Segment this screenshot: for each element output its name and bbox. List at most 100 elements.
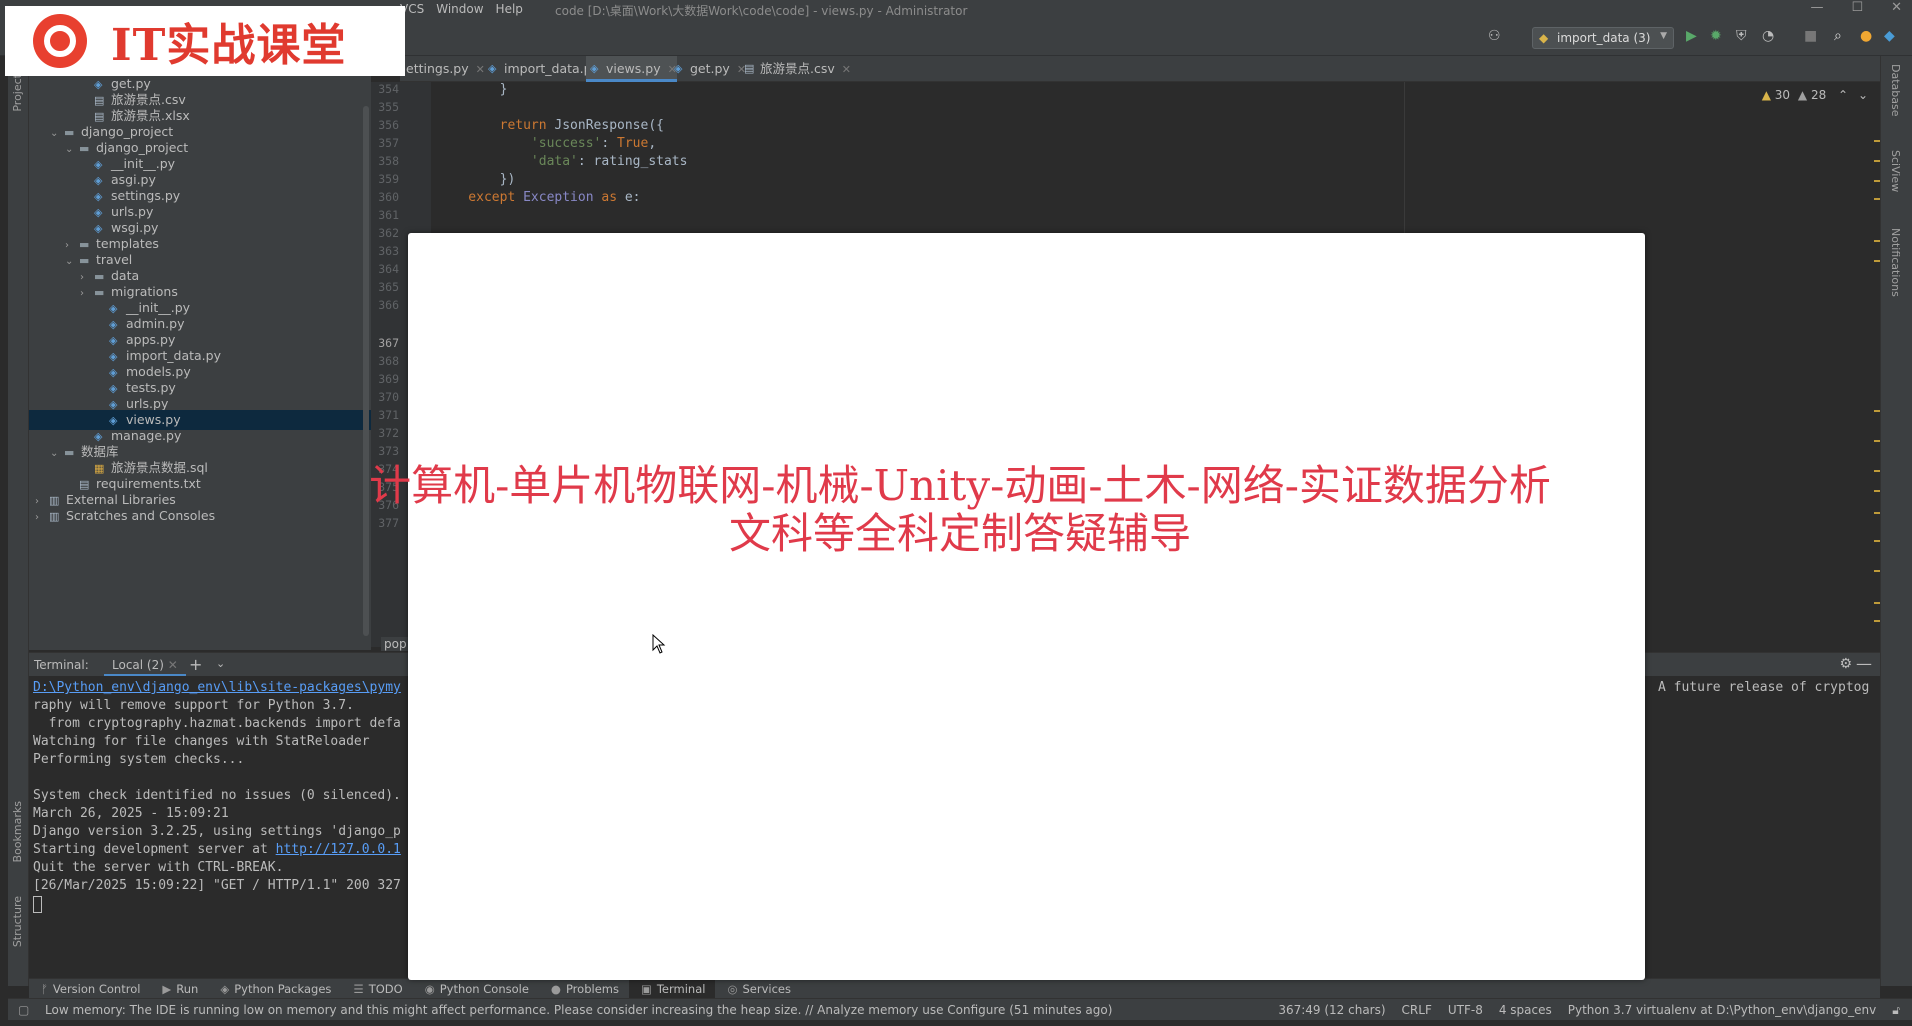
code-token: 'data'	[437, 154, 578, 169]
line-number: 359	[378, 172, 399, 186]
editor-tab[interactable]: ◈ get.py ✕	[670, 56, 746, 82]
chevron-up-icon[interactable]: ⌃	[1838, 88, 1848, 102]
weak-warning-icon: ▲	[1797, 88, 1808, 102]
menu-item-help[interactable]: Help	[496, 2, 523, 16]
close-icon[interactable]: ✕	[842, 63, 851, 76]
line-separator[interactable]: CRLF	[1402, 1003, 1432, 1018]
status-message[interactable]: Low memory: The IDE is running low on me…	[45, 1003, 1112, 1017]
tool-tab-label: TODO	[368, 982, 403, 996]
terminal-line: from cryptography.hazmat.backends import…	[33, 716, 401, 731]
editor-tab[interactable]: ▤ 旅游景点.csv ✕	[740, 56, 851, 82]
terminal-text: System check identified no issues (0 sil…	[33, 788, 401, 803]
code-token: JsonResponse({	[554, 118, 664, 133]
editor-tab[interactable]: ettings.py ✕	[400, 56, 485, 82]
terminal-prompt[interactable]	[33, 896, 42, 914]
tool-tab-python-packages[interactable]: ◈ Python Packages	[208, 979, 341, 998]
debug-icon[interactable]: ✹	[1710, 28, 1722, 44]
terminal-path-link[interactable]: D:\Python_env\django_env\lib\site-packag…	[33, 680, 401, 695]
tool-tab-services[interactable]: ◎ Services	[715, 979, 801, 998]
gear-icon[interactable]: ⚙	[1839, 656, 1852, 672]
coverage-icon[interactable]: ⛨	[1736, 28, 1747, 44]
inspection-widget[interactable]: ▲ 30 ▲ 28 ⌃ ⌄	[1762, 88, 1868, 102]
indent-setting[interactable]: 4 spaces	[1499, 1003, 1552, 1018]
line-number: 365	[378, 280, 399, 294]
terminal-text: from cryptography.hazmat.backends import…	[33, 716, 401, 731]
notifications-tool-button[interactable]: Notifications	[1889, 228, 1902, 297]
search-icon[interactable]: ⌕	[1834, 28, 1842, 44]
window-controls: — ☐ ✕	[1810, 0, 1902, 15]
warning-count: 30	[1774, 88, 1791, 102]
chevron-down-icon[interactable]: ⌄	[1858, 88, 1868, 102]
minimize-button[interactable]: —	[1810, 0, 1823, 15]
terminal-tab-local[interactable]: Local (2) ✕	[104, 653, 186, 677]
code-line: }	[437, 82, 508, 97]
tree-item-label: views.py	[126, 412, 181, 427]
tool-tab-run[interactable]: ▶ Run	[150, 979, 208, 998]
popup-fragment: pop	[381, 637, 410, 651]
tool-tab-terminal[interactable]: ▣ Terminal	[628, 979, 716, 998]
stop-icon[interactable]: ■	[1804, 28, 1817, 44]
user-icon[interactable]: ⚇	[1488, 28, 1501, 44]
run-configuration-label: import_data (3)	[1557, 31, 1651, 45]
tool-tab-icon: ☰	[353, 982, 364, 996]
tool-tab-icon: ◈	[220, 982, 230, 996]
editor-tab[interactable]: ◈ views.py ✕	[586, 56, 677, 82]
tool-tab-version-control[interactable]: ᚠ Version Control	[29, 979, 150, 998]
structure-tool-button[interactable]: Structure	[11, 896, 24, 947]
tool-tab-icon: ▣	[640, 982, 652, 996]
close-icon[interactable]: ✕	[168, 658, 178, 672]
line-number: 369	[378, 372, 399, 386]
python-interpreter[interactable]: Python 3.7 virtualenv at D:\Python_env\d…	[1568, 1003, 1876, 1018]
status-widgets: 367:49 (12 chars) CRLF UTF-8 4 spaces Py…	[1278, 1003, 1900, 1018]
update-icon[interactable]: ●	[1860, 28, 1872, 44]
line-number: 366	[378, 298, 399, 312]
line-number: 358	[378, 154, 399, 168]
right-tool-strip: Database SciView Notifications	[1880, 56, 1912, 986]
layout-icon[interactable]: ▢	[18, 1003, 29, 1017]
main-menu: VCS Window Help	[400, 2, 523, 16]
tool-tab-icon: ◉	[424, 982, 435, 996]
project-tool-button[interactable]: Project	[11, 74, 24, 112]
terminal-line: [26/Mar/2025 15:09:22] "GET / HTTP/1.1" …	[33, 878, 401, 893]
file-encoding[interactable]: UTF-8	[1448, 1003, 1483, 1018]
tree-item-label: asgi.py	[111, 172, 156, 187]
tool-tab-todo[interactable]: ☰ TODO	[341, 979, 412, 998]
maximize-button[interactable]: ☐	[1851, 0, 1863, 15]
run-configuration-select[interactable]: ◆ import_data (3) ▼	[1532, 27, 1674, 49]
code-token: :	[601, 136, 618, 151]
terminal-line: Watching for file changes with StatReloa…	[33, 734, 370, 749]
tool-tab-python-console[interactable]: ◉ Python Console	[413, 979, 539, 998]
tool-tab-problems[interactable]: ● Problems	[539, 979, 629, 998]
tree-item-label: settings.py	[111, 188, 181, 203]
jetbrains-icon[interactable]: ◆	[1884, 28, 1895, 44]
menu-item-window[interactable]: Window	[436, 2, 483, 16]
blank-overlay-window[interactable]	[408, 233, 1645, 980]
tree-item-label: External Libraries	[66, 492, 176, 507]
close-button[interactable]: ✕	[1891, 0, 1902, 15]
bookmarks-tool-button[interactable]: Bookmarks	[11, 801, 24, 862]
tree-item-label: import_data.py	[126, 348, 221, 363]
terminal-text: Starting development server at	[33, 842, 276, 857]
caret-position[interactable]: 367:49 (12 chars)	[1278, 1003, 1385, 1018]
run-icon[interactable]: ▶	[1686, 28, 1697, 44]
tool-tab-label: Python Console	[439, 982, 529, 996]
profile-icon[interactable]: ◔	[1762, 28, 1774, 44]
tree-item[interactable]: › ▥ Scratches and Consoles	[29, 506, 215, 526]
window-title: code [D:\桌面\Work\大数据Work\code\code] - vi…	[555, 4, 968, 18]
hide-panel-button[interactable]: —	[1856, 654, 1872, 673]
lock-icon[interactable]: 🔓︎	[1892, 1003, 1900, 1018]
promo-line-2: 文科等全科定制答疑辅导	[728, 509, 1191, 558]
tree-item-label: apps.py	[126, 332, 176, 347]
status-bar: ▢ Low memory: The IDE is running low on …	[8, 998, 1912, 1020]
line-number: 355	[378, 100, 399, 114]
server-url-link[interactable]: http://127.0.0.1	[276, 842, 401, 857]
chevron-right-icon[interactable]: ›	[35, 508, 49, 528]
line-number: 372	[378, 426, 399, 440]
warning-icon: ▲	[1761, 88, 1771, 102]
project-panel: ⌄▬data◈get.py▤旅游景点.csv▤旅游景点.xlsx⌄▬django…	[29, 62, 371, 650]
new-terminal-button[interactable]: +	[189, 655, 202, 674]
chevron-down-icon[interactable]: ⌄	[216, 657, 225, 670]
database-tool-button[interactable]: Database	[1889, 64, 1902, 117]
line-number: 357	[378, 136, 399, 150]
sciview-tool-button[interactable]: SciView	[1889, 150, 1902, 192]
